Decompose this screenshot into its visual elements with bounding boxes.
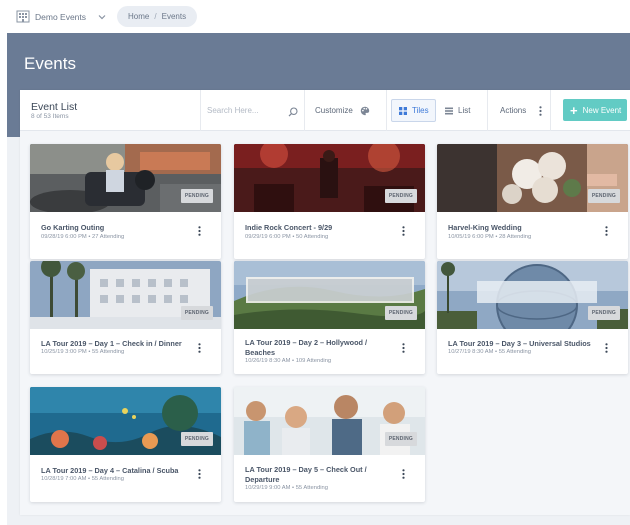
status-badge: PENDING	[384, 189, 417, 203]
event-card[interactable]: PENDING Go Karting Outing 09/28/19 6:00 …	[30, 144, 221, 259]
status-badge: PENDING	[587, 306, 620, 320]
page-title: Events	[24, 54, 76, 73]
event-meta: 10/25/19 3:00 PM • 55 Attending	[41, 349, 125, 355]
more-vertical-icon[interactable]	[402, 343, 405, 353]
more-vertical-icon[interactable]	[198, 343, 201, 353]
list-title: Event List	[31, 101, 78, 113]
status-badge: PENDING	[384, 432, 417, 446]
list-icon	[445, 107, 453, 114]
event-title: Go Karting Outing	[41, 223, 105, 232]
event-card[interactable]: PENDING Indie Rock Concert - 9/29 09/29/…	[234, 144, 425, 259]
plus-icon: +	[570, 102, 578, 118]
status-badge: PENDING	[180, 432, 213, 446]
event-card[interactable]: PENDING LA Tour 2019 – Day 3 – Universal…	[437, 261, 628, 374]
event-title: Harvel-King Wedding	[448, 223, 522, 232]
org-name: Demo Events	[35, 11, 87, 22]
status-badge: PENDING	[587, 189, 620, 203]
status-badge: PENDING	[384, 306, 417, 320]
status-badge: PENDING	[180, 306, 213, 320]
event-card[interactable]: PENDING Harvel-King Wedding 10/05/19 6:0…	[437, 144, 628, 259]
new-event-button[interactable]: + New Event	[563, 99, 627, 121]
event-card[interactable]: PENDING LA Tour 2019 – Day 2 – Hollywood…	[234, 261, 425, 374]
event-image: PENDING	[234, 144, 425, 212]
search-icon[interactable]	[288, 104, 298, 122]
new-event-label: New Event	[582, 105, 622, 115]
event-image: PENDING	[437, 144, 628, 212]
event-meta: 10/29/19 9:00 AM • 55 Attending	[245, 485, 328, 491]
more-vertical-icon[interactable]	[605, 343, 608, 353]
more-vertical-icon	[539, 105, 542, 116]
actions-menu-button[interactable]: Actions	[487, 90, 551, 131]
actions-label: Actions	[500, 106, 527, 115]
event-title: LA Tour 2019 – Day 1 – Check in / Dinner	[41, 339, 182, 348]
list-label: List	[458, 106, 471, 115]
more-vertical-icon[interactable]	[402, 226, 405, 236]
list-view-button[interactable]: List	[438, 99, 483, 122]
item-count: 8 of 53 Items	[31, 113, 69, 120]
event-list-toolbar: Event List 8 of 53 Items Customize Tiles…	[20, 90, 630, 131]
event-meta: 10/27/19 8:30 AM • 55 Attending	[448, 349, 531, 355]
status-badge: PENDING	[180, 189, 213, 203]
more-vertical-icon[interactable]	[198, 469, 201, 479]
org-switcher[interactable]: Demo Events	[16, 6, 106, 28]
top-bar: Demo Events Home / Events	[0, 0, 630, 33]
event-image: PENDING	[30, 144, 221, 212]
event-meta: 10/05/19 6:00 PM • 28 Attending	[448, 234, 532, 240]
event-meta: 09/28/19 6:00 PM • 27 Attending	[41, 234, 125, 240]
tiles-view-button[interactable]: Tiles	[391, 99, 436, 122]
more-vertical-icon[interactable]	[402, 469, 405, 479]
event-image: PENDING	[30, 387, 221, 455]
building-icon	[16, 10, 30, 23]
event-image: PENDING	[437, 261, 628, 329]
event-card[interactable]: PENDING LA Tour 2019 – Day 4 – Catalina …	[30, 387, 221, 502]
tiles-label: Tiles	[412, 106, 429, 115]
event-meta: 10/26/19 8:30 AM • 109 Attending	[245, 358, 332, 364]
breadcrumb-current: Events	[161, 12, 187, 21]
event-card[interactable]: PENDING LA Tour 2019 – Day 1 – Check in …	[30, 261, 221, 374]
breadcrumb: Home / Events	[117, 6, 198, 27]
event-title: LA Tour 2019 – Day 5 – Check Out / Depar…	[245, 465, 367, 484]
more-vertical-icon[interactable]	[605, 226, 608, 236]
event-meta: 09/29/19 6:00 PM • 50 Attending	[245, 234, 329, 240]
event-card[interactable]: PENDING LA Tour 2019 – Day 5 – Check Out…	[234, 387, 425, 502]
search-input[interactable]	[207, 106, 283, 115]
customize-label: Customize	[315, 106, 353, 115]
grid-icon	[399, 106, 407, 115]
search-box	[200, 90, 305, 131]
event-image: PENDING	[234, 261, 425, 329]
event-title: LA Tour 2019 – Day 3 – Universal Studios	[448, 339, 591, 348]
chevron-down-icon[interactable]	[98, 14, 106, 20]
breadcrumb-separator: /	[154, 12, 157, 21]
more-vertical-icon[interactable]	[198, 226, 201, 236]
event-title: LA Tour 2019 – Day 2 – Hollywood / Beach…	[245, 338, 368, 357]
event-meta: 10/28/19 7:00 AM • 55 Attending	[41, 476, 124, 482]
event-title: LA Tour 2019 – Day 4 – Catalina / Scuba	[41, 466, 179, 475]
customize-button[interactable]: Customize	[306, 90, 387, 131]
event-image: PENDING	[30, 261, 221, 329]
palette-icon	[360, 106, 370, 116]
event-image: PENDING	[234, 387, 425, 455]
breadcrumb-home[interactable]: Home	[128, 12, 149, 21]
event-title: Indie Rock Concert - 9/29	[245, 223, 333, 232]
